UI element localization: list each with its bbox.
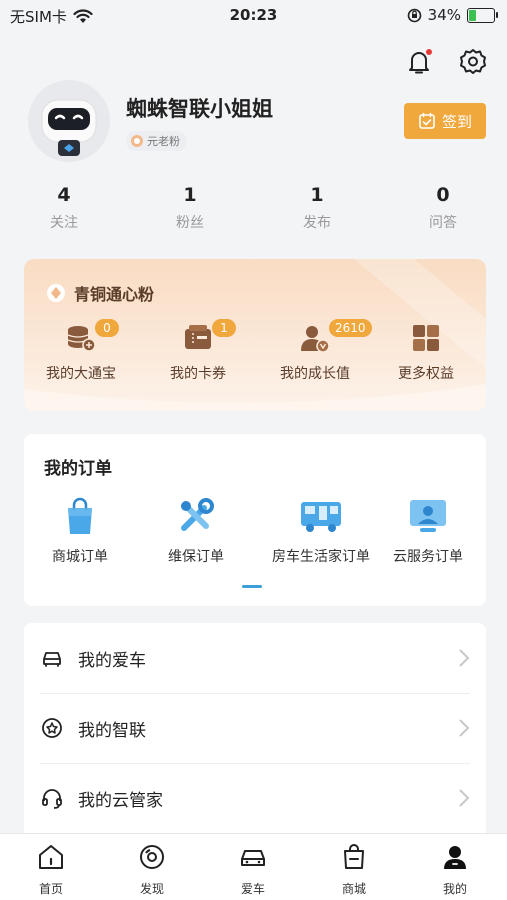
status-right: 34% xyxy=(407,6,498,24)
coins-icon xyxy=(67,326,96,352)
fan-tag-label: 元老粉 xyxy=(147,135,180,148)
notification-button[interactable] xyxy=(403,46,435,78)
rv-icon xyxy=(301,502,341,532)
membership-level: 青铜通心粉 xyxy=(74,285,155,304)
menu-label: 我的云管家 xyxy=(78,790,163,811)
vip-badge: 2610 xyxy=(329,319,372,337)
stat-label: 关注 xyxy=(50,215,78,231)
menu-list: 我的爱车 我的智联 我的云管家 xyxy=(24,623,486,853)
chevron-right-icon xyxy=(459,719,470,737)
battery-fill xyxy=(469,9,476,21)
smart-connect-icon xyxy=(42,718,62,738)
menu-item-smart-connect[interactable]: 我的智联 xyxy=(40,693,470,763)
orders-title: 我的订单 xyxy=(44,459,112,479)
car-icon xyxy=(241,850,265,866)
calendar-check-icon xyxy=(419,112,435,129)
stat-value: 0 xyxy=(436,184,450,206)
fan-level-tag: 元老粉 xyxy=(126,131,187,151)
membership-title: 青铜通心粉 xyxy=(46,281,154,305)
nav-label: 首页 xyxy=(38,882,63,896)
vip-item-tongbao[interactable]: 0 我的大通宝 xyxy=(31,319,131,383)
battery-percent: 34% xyxy=(427,6,461,24)
mall-icon xyxy=(344,844,364,869)
nav-car[interactable]: 爱车 xyxy=(223,842,283,897)
stat-value: 1 xyxy=(310,184,324,206)
gear-icon xyxy=(460,49,486,74)
order-label: 维保订单 xyxy=(168,549,224,565)
settings-button[interactable] xyxy=(457,46,489,78)
car-icon xyxy=(43,652,61,667)
nav-label: 商城 xyxy=(341,882,366,896)
nav-mall[interactable]: 商城 xyxy=(324,842,384,897)
vip-badge: 1 xyxy=(212,319,236,337)
menu-label: 我的爱车 xyxy=(78,650,146,671)
stat-value: 4 xyxy=(57,184,71,206)
order-label: 商城订单 xyxy=(52,549,108,565)
robot-avatar-icon xyxy=(41,99,97,156)
stat-posts[interactable]: 1 发布 xyxy=(282,184,352,232)
stat-qa[interactable]: 0 问答 xyxy=(408,184,478,232)
vip-item-growth[interactable]: 2610 我的成长值 xyxy=(265,319,372,383)
stat-value: 1 xyxy=(183,184,197,206)
chevron-right-icon xyxy=(459,789,470,807)
top-actions xyxy=(403,46,489,78)
order-item-cloud-service[interactable]: 云服务订单 xyxy=(368,494,488,566)
medal-icon xyxy=(131,135,143,147)
growth-icon xyxy=(301,326,330,353)
stat-label: 问答 xyxy=(429,215,457,231)
avatar[interactable] xyxy=(28,80,110,162)
checkin-label: 签到 xyxy=(441,112,472,131)
vip-item-label: 我的卡券 xyxy=(170,366,226,382)
profile-icon xyxy=(444,846,466,869)
profile-header: 蜘蛛智联小姐姐 元老粉 签到 xyxy=(28,80,488,170)
battery-icon xyxy=(467,7,498,23)
stat-label: 发布 xyxy=(303,215,331,231)
order-item-mall[interactable]: 商城订单 xyxy=(20,494,140,566)
shopping-bag-icon xyxy=(68,497,92,534)
nav-home[interactable]: 首页 xyxy=(21,842,81,897)
diamond-badge-icon xyxy=(47,284,65,302)
vip-item-label: 更多权益 xyxy=(398,366,454,382)
tools-icon xyxy=(181,498,214,531)
username: 蜘蛛智联小姐姐 xyxy=(126,97,273,121)
grid-icon xyxy=(413,325,439,351)
status-bar: 无SIM卡 20:23 34% xyxy=(0,0,507,30)
menu-item-cloud-butler[interactable]: 我的云管家 xyxy=(40,763,470,833)
headset-icon xyxy=(42,789,62,809)
notification-dot xyxy=(426,49,432,55)
vip-item-label: 我的成长值 xyxy=(280,366,350,382)
stat-following[interactable]: 4 关注 xyxy=(29,184,99,232)
order-label: 云服务订单 xyxy=(393,549,463,565)
nav-label: 我的 xyxy=(442,882,467,896)
nav-discover[interactable]: 发现 xyxy=(122,842,182,897)
orientation-lock-icon xyxy=(407,8,421,22)
home-icon xyxy=(39,845,63,869)
vip-item-coupons[interactable]: 1 我的卡券 xyxy=(148,319,248,383)
menu-label: 我的智联 xyxy=(78,720,146,741)
coupon-icon xyxy=(185,325,211,349)
discover-icon xyxy=(140,845,164,869)
menu-item-my-car[interactable]: 我的爱车 xyxy=(40,623,470,693)
bottom-nav: 首页 发现 爱车 商城 我的 xyxy=(0,833,507,900)
checkin-button[interactable]: 签到 xyxy=(404,103,486,139)
orders-card: 我的订单 商城订单 维保订单 房车生活家订单 云服务订单 xyxy=(24,434,486,606)
nav-profile[interactable]: 我的 xyxy=(425,842,485,897)
stat-label: 粉丝 xyxy=(176,215,204,231)
nav-label: 爱车 xyxy=(240,882,265,896)
nav-label: 发现 xyxy=(139,882,164,896)
stat-followers[interactable]: 1 粉丝 xyxy=(155,184,225,232)
membership-card[interactable]: 青铜通心粉 0 我的大通宝 1 我的卡券 2610 我的成长值 更多权益 xyxy=(24,259,486,411)
order-item-maintenance[interactable]: 维保订单 xyxy=(136,494,256,566)
chevron-right-icon xyxy=(459,649,470,667)
vip-item-more-benefits[interactable]: 更多权益 xyxy=(376,321,476,383)
cloud-service-icon xyxy=(410,500,446,532)
vip-badge: 0 xyxy=(95,319,119,337)
vip-item-label: 我的大通宝 xyxy=(46,366,116,382)
scroll-indicator xyxy=(242,585,262,588)
